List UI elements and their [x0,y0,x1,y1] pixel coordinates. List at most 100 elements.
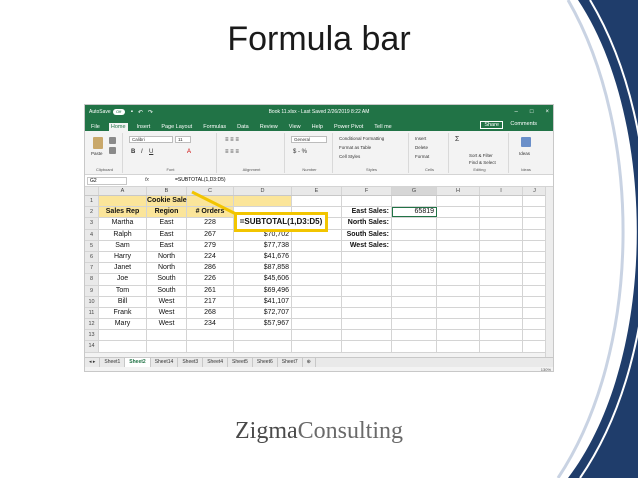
row-header[interactable]: 13 [85,330,99,341]
cell[interactable]: West [147,319,187,330]
row-header[interactable]: 11 [85,307,99,319]
align-left-icon[interactable]: ≡ ≡ ≡ [225,149,239,155]
cell[interactable] [523,229,547,240]
minimize-icon[interactable]: – [515,109,518,115]
cell[interactable] [292,296,342,307]
cell[interactable] [523,218,547,229]
cell[interactable] [523,285,547,296]
cell[interactable]: Martha [99,218,147,229]
row-header[interactable]: 14 [85,341,99,352]
cell[interactable] [480,285,523,296]
cell[interactable]: Joe [99,274,147,285]
cell[interactable]: Region [147,207,187,218]
share-button[interactable]: Share [480,121,503,129]
cell[interactable] [392,296,437,307]
cell[interactable] [437,207,480,218]
font-color-icon[interactable]: A [187,149,191,155]
cell[interactable]: West Sales: [342,240,392,251]
cell[interactable] [480,218,523,229]
cell[interactable] [392,218,437,229]
row-header[interactable]: 3 [85,218,99,229]
cell[interactable]: East Sales: [342,207,392,218]
sheet-tab[interactable]: Sheet1 [100,358,126,367]
cell[interactable]: 228 [187,218,234,229]
cell[interactable]: Frank [99,307,147,319]
tab-page-layout[interactable]: Page Layout [159,123,194,131]
cell[interactable]: South [147,285,187,296]
cell[interactable] [342,296,392,307]
column-header[interactable]: B [147,187,187,195]
cell[interactable] [392,307,437,319]
cell[interactable] [147,330,187,341]
cell[interactable] [187,330,234,341]
tab-file[interactable]: File [89,123,102,131]
cell[interactable]: Cookie Sales by Region [147,196,226,207]
cell[interactable] [342,341,392,352]
cell[interactable] [437,229,480,240]
cell[interactable] [392,285,437,296]
cell[interactable] [480,196,523,207]
cell[interactable] [480,307,523,319]
cell[interactable] [437,285,480,296]
sort-filter-button[interactable]: Sort & Filter [469,153,493,158]
cell[interactable] [480,251,523,263]
zoom-level[interactable]: 130% [541,367,551,371]
cell[interactable] [523,207,547,218]
cell[interactable] [392,229,437,240]
cell[interactable] [292,319,342,330]
cell[interactable] [437,263,480,274]
cell[interactable]: 267 [187,229,234,240]
row-header[interactable]: 4 [85,229,99,240]
tab-formulas[interactable]: Formulas [201,123,228,131]
cell[interactable] [523,307,547,319]
paste-icon[interactable] [93,137,103,149]
cell[interactable]: 217 [187,296,234,307]
cut-icon[interactable] [109,137,116,144]
tab-nav-icon[interactable]: ◂ ▸ [85,358,101,367]
cell[interactable] [480,330,523,341]
cell[interactable]: $87,858 [234,263,292,274]
cell[interactable] [292,196,342,207]
cell[interactable]: Sam [99,240,147,251]
cell[interactable] [437,341,480,352]
cell[interactable]: $41,107 [234,296,292,307]
cell[interactable]: South Sales: [342,229,392,240]
cell[interactable]: Sales Rep [99,207,147,218]
sheet-tab[interactable]: Sheet5 [228,358,253,367]
cell[interactable] [480,207,523,218]
cell[interactable]: Bill [99,296,147,307]
fx-icon[interactable]: fx [145,177,149,183]
cell[interactable] [437,296,480,307]
cell[interactable] [523,240,547,251]
column-header[interactable]: G [392,187,437,195]
tab-review[interactable]: Review [258,123,280,131]
cell[interactable] [480,240,523,251]
cell[interactable] [342,263,392,274]
cell[interactable] [480,263,523,274]
cell[interactable]: Harry [99,251,147,263]
cell[interactable] [292,251,342,263]
tab-power-pivot[interactable]: Power Pivot [332,123,365,131]
cell[interactable] [292,341,342,352]
tell-me-search[interactable]: Tell me [372,123,393,131]
cell[interactable] [437,218,480,229]
cell[interactable]: $41,676 [234,251,292,263]
tab-help[interactable]: Help [310,123,325,131]
cell[interactable] [437,240,480,251]
cell[interactable]: 279 [187,240,234,251]
delete-button[interactable]: Delete [415,145,428,150]
row-header[interactable]: 6 [85,251,99,263]
cell[interactable]: # Orders [187,207,234,218]
tab-home[interactable]: Home [108,123,128,131]
cell[interactable] [480,319,523,330]
cell[interactable]: North [147,251,187,263]
cell[interactable] [342,274,392,285]
cell[interactable] [392,251,437,263]
row-header[interactable]: 8 [85,274,99,285]
cell[interactable]: 286 [187,263,234,274]
cell[interactable] [187,341,234,352]
cell[interactable]: $77,738 [234,240,292,251]
cell[interactable]: Mary [99,319,147,330]
cell[interactable] [392,263,437,274]
column-header[interactable]: I [480,187,523,195]
